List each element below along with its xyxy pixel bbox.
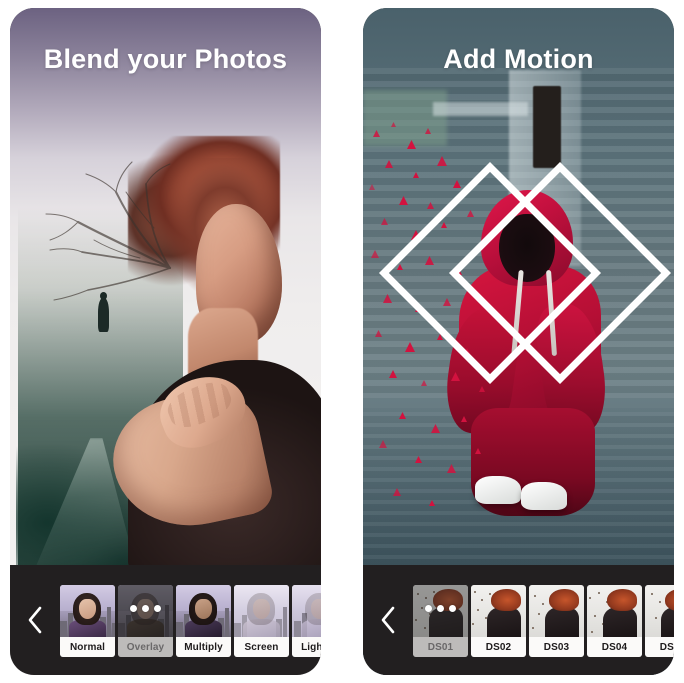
blend-mode-thumb[interactable]: Lighten [292,585,321,657]
loading-dots [413,605,468,612]
thumb-label: DS05 [645,637,674,657]
thumb-preview [292,585,321,637]
motion-preset-strip[interactable]: DS01 DS02 DS03 DS04 DS [413,564,674,675]
chevron-left-icon [26,605,44,635]
thumb-preview [176,585,231,637]
thumb-preview [60,585,115,637]
thumb-label: DS01 [413,637,468,657]
page-title: Add Motion [443,44,594,74]
thumb-label: DS03 [529,637,584,657]
thumb-preview [471,585,526,637]
motion-panel-screen: Add Motion DS01 DS02 DS03 DS04 DS [363,8,674,675]
thumb-label: Screen [234,637,289,657]
thumb-label: DS04 [587,637,642,657]
blend-mode-strip[interactable]: Normal Overlay Multiply Screen Ligh [60,564,321,675]
chevron-left-icon [379,605,397,635]
blend-panel-screen: Blend your Photos Normal Overlay Multipl… [10,8,321,675]
blend-mode-thumb[interactable]: Normal [60,585,115,657]
blend-panel: Blend your Photos Normal Overlay Multipl… [10,8,321,675]
tree-branches [20,148,220,338]
thumb-label: Lighten [292,637,321,657]
thumb-label: Normal [60,637,115,657]
back-button[interactable] [363,565,413,675]
motion-preset-thumb[interactable]: DS05 [645,585,674,657]
motion-panel: Add Motion DS01 DS02 DS03 DS04 DS [363,8,674,675]
motion-preset-thumb[interactable]: DS03 [529,585,584,657]
thumb-preview [529,585,584,637]
thumb-preview [587,585,642,637]
motion-preset-thumb[interactable]: DS01 [413,585,468,657]
blend-toolbar: Normal Overlay Multiply Screen Ligh [10,565,321,675]
screenshot-stage: Blend your Photos Normal Overlay Multipl… [0,0,684,683]
thumb-label: Multiply [176,637,231,657]
motion-toolbar: DS01 DS02 DS03 DS04 DS [363,565,674,675]
motion-preset-thumb[interactable]: DS02 [471,585,526,657]
blend-mode-thumb[interactable]: Screen [234,585,289,657]
thumb-preview [645,585,674,637]
back-button[interactable] [10,565,60,675]
motion-preset-thumb[interactable]: DS04 [587,585,642,657]
thumb-preview [234,585,289,637]
page-title: Blend your Photos [43,44,288,74]
blend-mode-thumb[interactable]: Multiply [176,585,231,657]
thumb-label: DS02 [471,637,526,657]
loading-dots [118,605,173,612]
thumb-label: Overlay [118,637,173,657]
blend-mode-thumb[interactable]: Overlay [118,585,173,657]
